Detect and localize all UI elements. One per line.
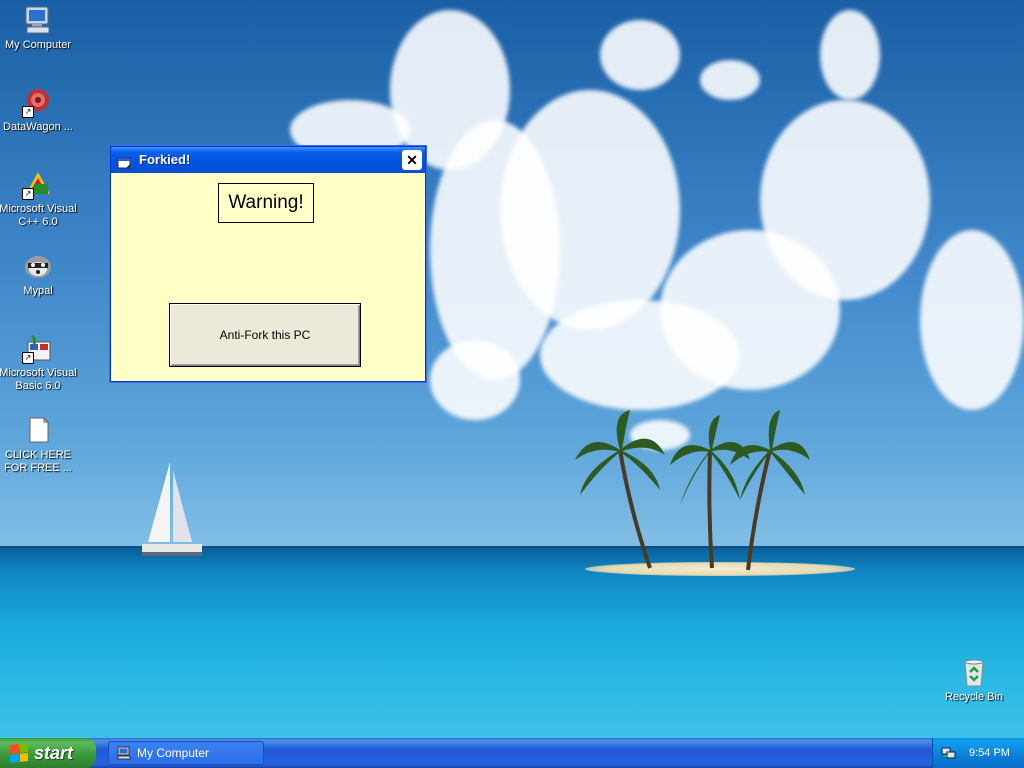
start-button[interactable]: start	[0, 738, 96, 768]
shortcut-arrow-icon: ↗	[22, 188, 34, 200]
warning-label: Warning!	[218, 183, 314, 223]
system-tray: 9:54 PM	[932, 738, 1024, 768]
desktop-icon-label: Microsoft Visual C++ 6.0	[0, 203, 77, 228]
desktop-icon-visual-cpp[interactable]: ↗ Microsoft Visual C++ 6.0	[0, 168, 78, 229]
window-titlebar[interactable]: Forkied! ✕	[111, 147, 425, 173]
visual-cpp-icon: ↗	[22, 168, 54, 200]
cloud	[600, 20, 680, 90]
anti-fork-button[interactable]: Anti-Fork this PC	[169, 303, 361, 367]
desktop-icon-label: Recycle Bin	[944, 691, 1004, 703]
cloud	[920, 230, 1024, 410]
desktop: My Computer ↗ DataWagon ... ↗ Microsoft …	[0, 0, 1024, 738]
cloud	[820, 10, 880, 100]
desktop-icon-visual-basic[interactable]: ↗ Microsoft Visual Basic 6.0	[0, 332, 78, 393]
start-label: start	[34, 742, 74, 763]
desktop-icon-datawagon[interactable]: ↗ DataWagon ...	[0, 86, 78, 134]
desktop-icon-label: DataWagon ...	[3, 121, 73, 133]
visual-basic-icon: ↗	[22, 332, 54, 364]
palm-trees	[575, 410, 810, 571]
taskbar-item-label: My Computer	[137, 746, 210, 760]
shortcut-arrow-icon: ↗	[22, 352, 34, 364]
my-computer-icon	[22, 4, 54, 36]
desktop-icon-label: My Computer	[4, 39, 72, 51]
network-icon[interactable]	[941, 745, 957, 761]
mypal-browser-icon	[22, 250, 54, 282]
cloud	[760, 100, 930, 300]
desktop-icon-label: CLICK HERE FOR FREE ...	[4, 449, 72, 474]
desktop-icon-click-here[interactable]: CLICK HERE FOR FREE ...	[0, 414, 78, 475]
my-computer-icon	[117, 746, 131, 760]
desktop-icon-mypal[interactable]: Mypal	[0, 250, 78, 298]
desktop-icon-label: Microsoft Visual Basic 6.0	[0, 367, 77, 392]
cloud	[430, 340, 520, 420]
desktop-icon-label: Mypal	[23, 285, 53, 297]
close-icon: ✕	[406, 152, 418, 168]
cloud	[700, 60, 760, 100]
sailboat	[142, 462, 202, 556]
recycle-bin-icon	[958, 656, 990, 688]
close-button[interactable]: ✕	[402, 150, 422, 170]
taskbar-item-my-computer[interactable]: My Computer	[108, 741, 264, 765]
forkied-window: Forkied! ✕ Warning! Anti-Fork this PC	[110, 146, 426, 382]
datawagon-icon: ↗	[22, 86, 54, 118]
taskbar: start My Computer 9:54 PM	[0, 738, 1024, 768]
app-window-icon	[117, 153, 131, 169]
window-title: Forkied!	[139, 152, 191, 167]
windows-logo-icon	[10, 743, 28, 763]
cloud	[500, 90, 680, 330]
desktop-icon-recycle-bin[interactable]: Recycle Bin	[934, 656, 1014, 704]
shortcut-arrow-icon: ↗	[22, 106, 34, 118]
sea	[0, 548, 1024, 738]
document-icon	[22, 414, 54, 446]
desktop-icon-my-computer[interactable]: My Computer	[0, 4, 78, 52]
clock[interactable]: 9:54 PM	[969, 747, 1010, 759]
